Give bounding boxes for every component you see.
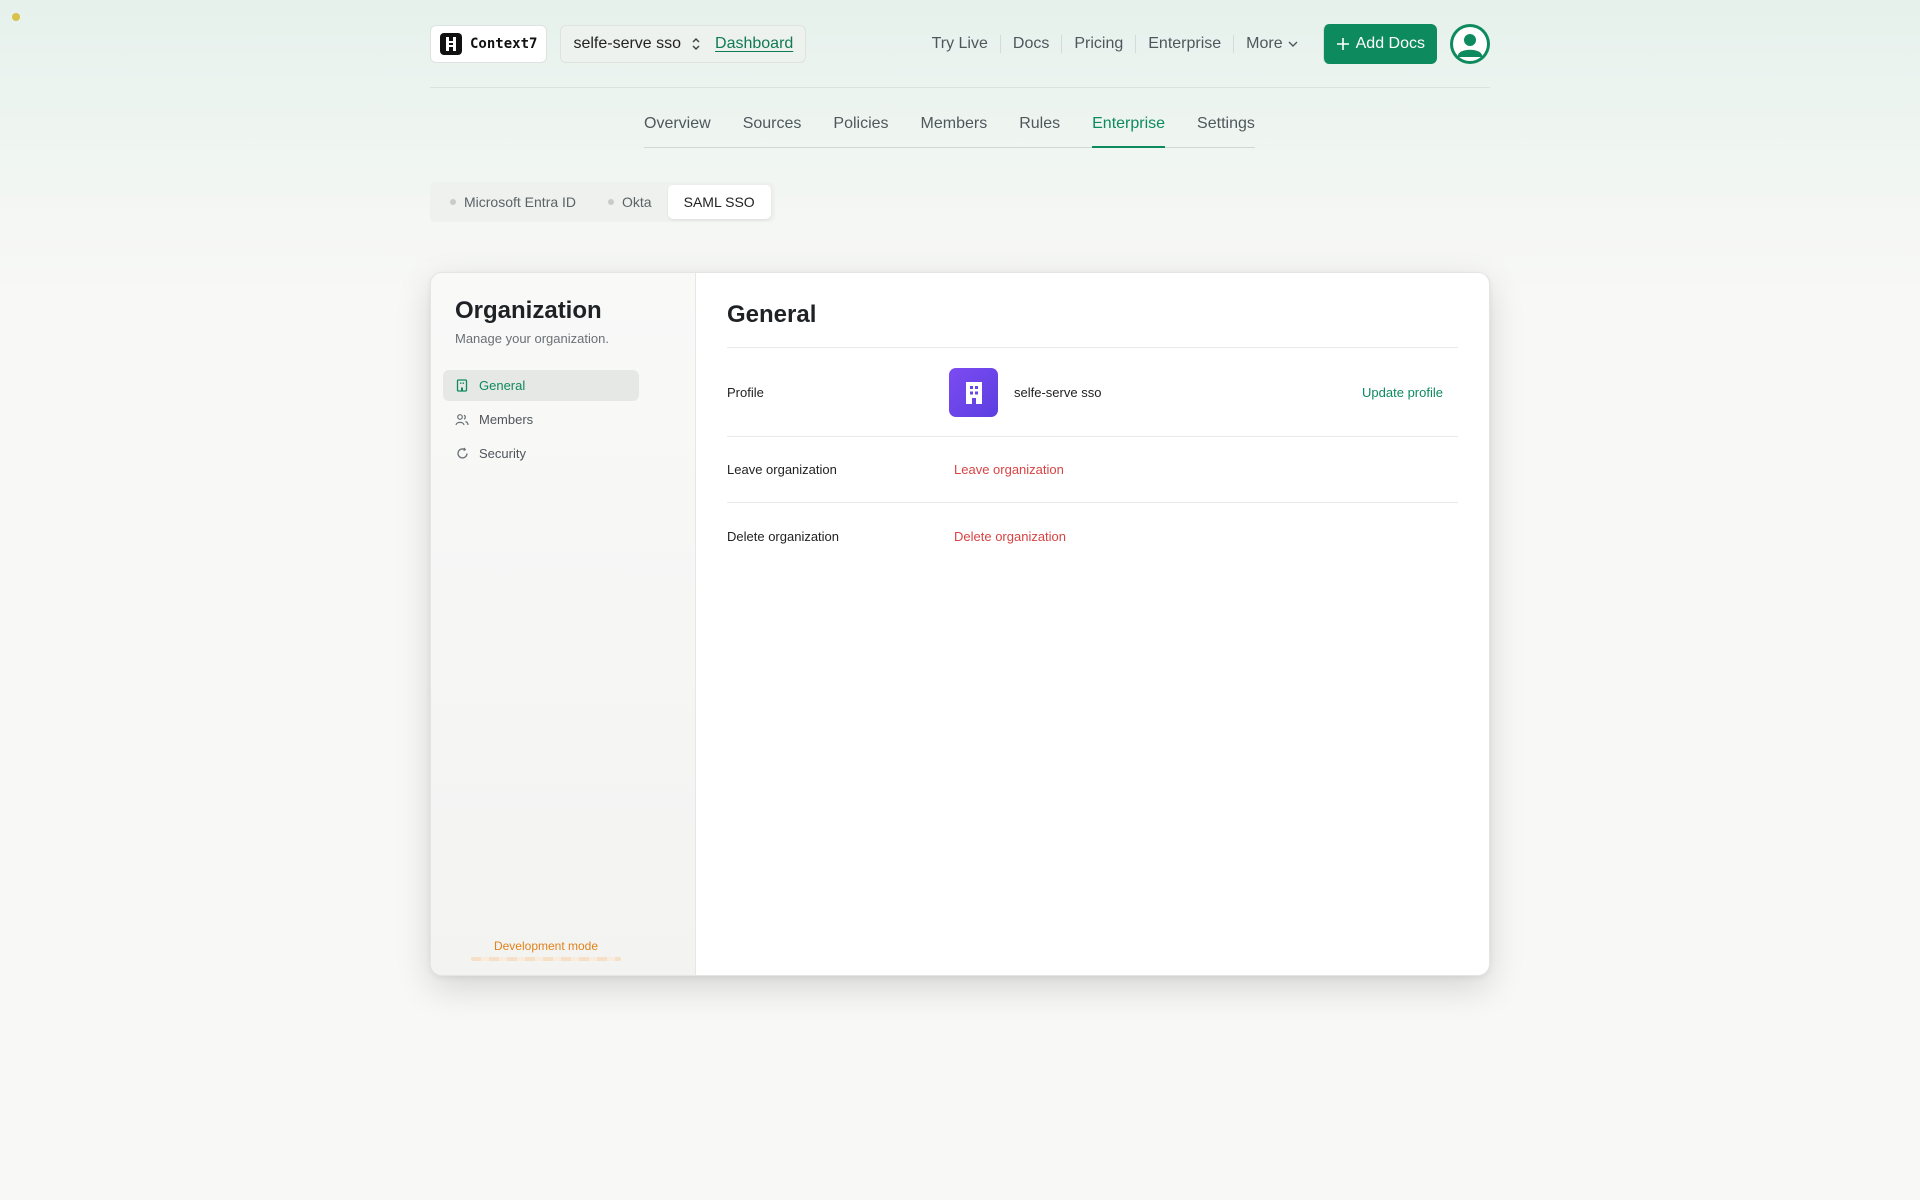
nav-docs[interactable]: Docs: [999, 35, 1061, 53]
tab-members[interactable]: Members: [921, 107, 988, 148]
nav-pricing[interactable]: Pricing: [1061, 35, 1135, 53]
profile-label: Profile: [727, 384, 764, 400]
nav-more[interactable]: More: [1233, 35, 1310, 53]
delete-organization-button[interactable]: Delete organization: [954, 529, 1066, 544]
organization-panel: Organization Manage your organization. G…: [430, 272, 1490, 976]
nav-try-live[interactable]: Try Live: [920, 35, 1000, 53]
plus-icon: [1336, 38, 1349, 50]
logo-text: Context7: [470, 36, 538, 52]
status-dot: [12, 13, 20, 21]
update-profile-button[interactable]: Update profile: [1362, 385, 1443, 400]
user-icon: [1453, 27, 1487, 61]
status-dot: [608, 199, 615, 205]
context7-logo[interactable]: Context7: [430, 25, 548, 63]
subtab-label: Microsoft Entra ID: [464, 194, 577, 210]
building-icon: [455, 379, 469, 393]
subtab-label: Okta: [622, 194, 652, 210]
chevron-updown-icon: [691, 37, 701, 51]
users-icon: [455, 413, 469, 427]
sidebar-item-label: General: [479, 378, 526, 393]
tab-rules[interactable]: Rules: [1019, 107, 1060, 148]
subtab-label: SAML SSO: [683, 194, 755, 210]
sidebar-title: Organization: [455, 297, 602, 324]
user-avatar[interactable]: [1450, 24, 1490, 64]
top-bar: Context7 selfe-serve sso Dashboard Try L…: [430, 24, 1490, 64]
dev-mode-bar: [471, 957, 621, 961]
subtab-okta[interactable]: Okta: [592, 185, 668, 219]
chevron-down-icon: [1288, 41, 1298, 47]
tab-sources[interactable]: Sources: [743, 107, 802, 148]
add-docs-label: Add Docs: [1355, 35, 1425, 52]
add-docs-button[interactable]: Add Docs: [1322, 24, 1437, 64]
dashboard-link[interactable]: Dashboard: [715, 35, 793, 53]
project-tabs: Overview Sources Policies Members Rules …: [644, 107, 1255, 148]
profile-name: selfe-serve sso: [1014, 384, 1102, 400]
more-label: More: [1246, 35, 1283, 52]
tab-enterprise[interactable]: Enterprise: [1092, 107, 1166, 148]
logo-icon: [440, 33, 462, 55]
sidebar-item-general[interactable]: General: [443, 370, 639, 401]
sidebar-item-members[interactable]: Members: [443, 404, 639, 435]
main-nav: Try Live Docs Pricing Enterprise More: [920, 35, 1311, 53]
general-settings: General Profile selfe-serve sso Update p…: [696, 273, 1489, 975]
organization-sidebar: Organization Manage your organization. G…: [431, 273, 696, 975]
status-dot: [450, 199, 456, 205]
sidebar-item-label: Members: [479, 412, 534, 427]
org-logo-icon: [949, 367, 998, 417]
tab-overview[interactable]: Overview: [644, 107, 711, 148]
org-name: selfe-serve sso: [573, 35, 682, 52]
tab-policies[interactable]: Policies: [833, 107, 888, 148]
leave-row: Leave organization Leave organization: [727, 437, 1458, 503]
org-switcher[interactable]: selfe-serve sso Dashboard: [560, 25, 807, 63]
sidebar-item-label: Security: [479, 446, 526, 461]
subtab-saml-sso[interactable]: SAML SSO: [667, 185, 771, 219]
header-divider: [430, 87, 1490, 88]
sidebar-nav: General Members Security: [443, 370, 683, 469]
delete-row: Delete organization Delete organization: [727, 503, 1458, 569]
sidebar-subtitle: Manage your organization.: [455, 331, 609, 346]
sso-subtabs: Microsoft Entra ID Okta SAML SSO: [430, 182, 775, 222]
dev-mode-label: Development mode: [493, 939, 599, 953]
subtab-microsoft-entra-id[interactable]: Microsoft Entra ID: [434, 185, 592, 219]
shield-icon: [455, 447, 469, 461]
profile-row: Profile selfe-serve sso Update profile: [727, 348, 1458, 437]
delete-label: Delete organization: [727, 528, 840, 544]
nav-enterprise[interactable]: Enterprise: [1135, 35, 1233, 53]
sidebar-item-security[interactable]: Security: [443, 438, 639, 469]
page-title: General: [727, 301, 1458, 348]
leave-label: Leave organization: [727, 462, 837, 477]
tab-settings[interactable]: Settings: [1197, 107, 1255, 148]
leave-organization-button[interactable]: Leave organization: [954, 462, 1064, 477]
dev-mode-indicator: Development mode: [431, 909, 661, 975]
